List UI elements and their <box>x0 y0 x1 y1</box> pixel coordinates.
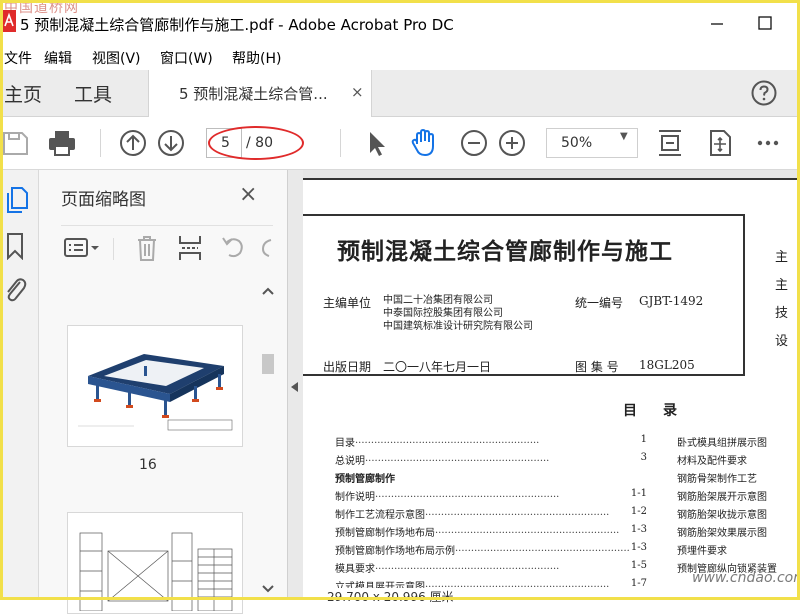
menu-window[interactable]: 窗口(W) <box>160 48 213 68</box>
scroll-up-icon[interactable] <box>261 286 275 296</box>
navigation-rail <box>0 170 39 600</box>
right-column-4: 设 <box>775 334 789 349</box>
right-column-2: 主 <box>775 278 789 293</box>
editor-label: 主编单位 <box>323 296 372 310</box>
chevron-down-icon[interactable]: ▼ <box>620 131 628 142</box>
attachment-icon[interactable] <box>2 274 28 304</box>
atlas-no-label: 图 集 号 <box>575 360 619 374</box>
document-title: 预制混凝土综合管廊制作与施工 <box>337 238 673 265</box>
document-viewer[interactable]: 预制混凝土综合管廊制作与施工 主编单位 中国二十冶集团有限公司 中泰国际控股集团… <box>303 170 800 600</box>
menu-help[interactable]: 帮助(H) <box>232 48 281 68</box>
delete-page-icon[interactable] <box>135 234 159 262</box>
toc-item-right[interactable]: 预埋件要求 <box>677 542 727 557</box>
scroll-down-icon[interactable] <box>261 584 275 594</box>
thumbnails-separator <box>113 238 114 260</box>
save-icon[interactable] <box>0 127 32 159</box>
toc-item[interactable]: 总说明·····································… <box>335 452 647 467</box>
menu-bar: 文件 编辑 视图(V) 窗口(W) 帮助(H) <box>0 46 800 70</box>
tab-home[interactable]: 主页 <box>4 80 42 107</box>
title-block: 预制混凝土综合管廊制作与施工 主编单位 中国二十冶集团有限公司 中泰国际控股集团… <box>303 214 745 376</box>
collapse-arrow-icon[interactable] <box>291 382 298 392</box>
editor-2: 中泰国际控股集团有限公司 <box>383 308 503 319</box>
page-thumbnails-icon[interactable] <box>4 186 30 214</box>
insert-page-icon[interactable] <box>177 234 203 262</box>
bookmark-icon[interactable] <box>4 232 26 260</box>
atlas-no: 18GL205 <box>639 358 695 372</box>
more-options-icon[interactable] <box>752 127 784 159</box>
minimize-icon[interactable] <box>700 8 734 38</box>
fit-page-icon[interactable] <box>654 127 686 159</box>
title-bar: 中国道桥网 5 预制混凝土综合管廊制作与施工.pdf - Adobe Acrob… <box>0 0 800 46</box>
previous-page-icon[interactable] <box>117 127 149 159</box>
thumbnail-image <box>79 532 233 611</box>
toc-item[interactable]: 制作说明····································… <box>335 488 647 503</box>
thumbnail-page-16[interactable] <box>67 325 243 447</box>
zoom-in-icon[interactable] <box>496 127 528 159</box>
menu-view[interactable]: 视图(V) <box>92 48 141 68</box>
toc-item-right[interactable]: 钢筋胎架收拢示意图 <box>677 506 767 521</box>
thumbnail-page-17[interactable] <box>67 512 243 614</box>
hand-tool-icon[interactable] <box>408 127 440 159</box>
toc-item-right[interactable]: 钢筋骨架制作工艺 <box>677 470 757 485</box>
toolbar: 5 / 80 50% ▼ <box>0 117 800 170</box>
rotate-left-icon[interactable] <box>219 234 247 262</box>
menu-edit[interactable]: 编辑 <box>44 48 72 68</box>
thumbnails-toolbar <box>61 225 273 266</box>
toolbar-separator <box>340 129 341 157</box>
thumbnails-title: 页面缩略图 <box>61 190 146 210</box>
collapse-panel-handle[interactable] <box>287 170 304 600</box>
print-icon[interactable] <box>46 127 78 159</box>
zoom-out-icon[interactable] <box>458 127 490 159</box>
unified-no-label: 统一编号 <box>575 296 624 310</box>
toc-item[interactable]: 模具要求····································… <box>335 560 647 575</box>
right-column-3: 技 <box>775 306 789 321</box>
thumbnail-page-label: 16 <box>139 457 157 473</box>
toc-title: 目录 <box>623 403 703 419</box>
document-page: 预制混凝土综合管廊制作与施工 主编单位 中国二十冶集团有限公司 中泰国际控股集团… <box>303 178 800 600</box>
thumbnails-scrollbar[interactable] <box>259 282 277 600</box>
tab-bar: 主页 工具 5 预制混凝土综合管... × <box>0 70 800 117</box>
thumbnails-panel: 页面缩略图 × 16 <box>39 170 287 614</box>
right-column-1: 主 <box>775 250 789 265</box>
toc-item-right[interactable]: 钢筋胎架展开示意图 <box>677 488 767 503</box>
next-page-icon[interactable] <box>155 127 187 159</box>
editor-1: 中国二十冶集团有限公司 <box>383 295 493 306</box>
toc-item[interactable]: 预制管廊制作场地布局示例····························… <box>335 542 647 557</box>
toc-item[interactable]: 预制管廊制作场地布局······························… <box>335 524 647 539</box>
toc-item[interactable]: 制作工艺流程示意图·······························… <box>335 506 647 521</box>
toolbar-separator <box>100 129 101 157</box>
rotate-right-icon[interactable] <box>259 234 273 262</box>
panel-close-icon[interactable]: × <box>239 182 257 207</box>
toc-item-right[interactable]: 钢筋胎架效果展示图 <box>677 524 767 539</box>
tab-tools[interactable]: 工具 <box>74 80 112 107</box>
toc-item[interactable]: 目录······································… <box>335 434 647 449</box>
pub-date-label: 出版日期 <box>323 360 372 374</box>
tab-close-icon[interactable]: × <box>351 83 364 101</box>
help-icon[interactable] <box>750 79 778 107</box>
toc-item-right[interactable]: 卧式模具组拼展示图 <box>677 434 767 449</box>
tab-document[interactable]: 5 预制混凝土综合管... × <box>148 70 372 117</box>
rotate-view-icon[interactable] <box>704 127 736 159</box>
select-cursor-icon[interactable] <box>362 127 394 159</box>
toc-item-right[interactable]: 材料及配件要求 <box>677 452 747 467</box>
menu-file[interactable]: 文件 <box>4 48 32 68</box>
annotation-red-oval <box>208 126 304 160</box>
tab-document-label: 5 预制混凝土综合管... <box>179 85 328 103</box>
unified-no: GJBT-1492 <box>639 294 704 308</box>
scrollbar-thumb[interactable] <box>262 354 274 374</box>
pub-date: 二〇一八年七月一日 <box>383 360 492 374</box>
editor-3: 中国建筑标准设计研究院有限公司 <box>383 321 533 332</box>
watermark-bottom: www.cndao.com <box>692 570 800 586</box>
thumbnail-options-icon[interactable] <box>63 236 103 260</box>
window-title: 5 预制混凝土综合管廊制作与施工.pdf - Adobe Acrobat Pro… <box>20 16 454 34</box>
toc-section[interactable]: 预制管廊制作 <box>335 470 647 485</box>
maximize-icon[interactable] <box>748 8 782 38</box>
thumbnail-image <box>78 354 233 431</box>
